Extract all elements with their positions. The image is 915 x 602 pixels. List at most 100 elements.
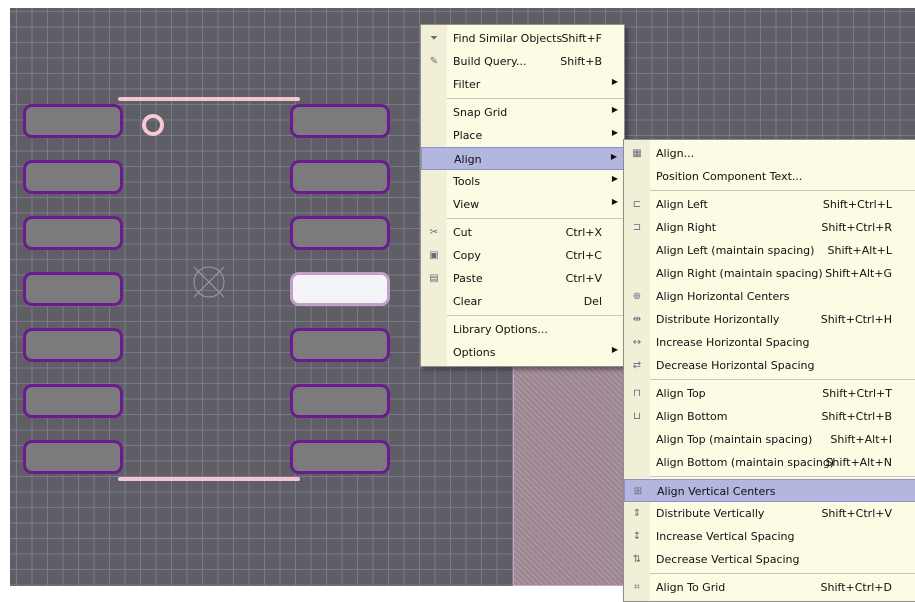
pad-left-1[interactable] xyxy=(23,104,123,138)
submenu-arrow-icon: ▶ xyxy=(611,105,618,114)
pad-left-3[interactable] xyxy=(23,216,123,250)
align_menu-item-align-left[interactable]: ⊏ Align Left Shift+Ctrl+L xyxy=(624,193,915,216)
context_menu-item-shortcut: Del xyxy=(583,295,602,308)
pad-left-4[interactable] xyxy=(23,272,123,306)
align_menu-item-position-component-text[interactable]: Position Component Text... xyxy=(624,165,915,188)
pad-left-5[interactable] xyxy=(23,328,123,362)
align_menu-item-align-vertical-centers[interactable]: ⊞ Align Vertical Centers xyxy=(624,479,915,502)
context_menu-item-tools[interactable]: Tools ▶ xyxy=(421,170,624,193)
silkscreen-top-line xyxy=(118,97,300,101)
pad-right-7[interactable] xyxy=(290,440,390,474)
align_menu-item-align-right-maintain-spacing[interactable]: Align Right (maintain spacing) Shift+Alt+… xyxy=(624,262,915,285)
context_menu-item-options[interactable]: Options ▶ xyxy=(421,341,624,364)
pad-right-3[interactable] xyxy=(290,216,390,250)
context_menu-item-label: Align xyxy=(454,153,482,166)
pad-right-1[interactable] xyxy=(290,104,390,138)
context_menu-item-label: Tools xyxy=(453,175,481,188)
scissors-icon: ✂ xyxy=(429,227,439,238)
pad-right-5[interactable] xyxy=(290,328,390,362)
align-dialog-icon: ▦ xyxy=(632,148,642,159)
context_menu-item-snap-grid[interactable]: Snap Grid ▶ xyxy=(421,101,624,124)
context_menu-separator xyxy=(447,98,624,99)
align_menu-item-label: Align To Grid xyxy=(656,581,726,594)
align_menu-item-label: Distribute Vertically xyxy=(656,507,765,520)
pad-right-6[interactable] xyxy=(290,384,390,418)
context_menu-item-paste[interactable]: ▤ Paste Ctrl+V xyxy=(421,267,624,290)
context_menu-item-copy[interactable]: ▣ Copy Ctrl+C xyxy=(421,244,624,267)
origin-marker-icon xyxy=(193,266,225,298)
context_menu-item-find-similar-objects[interactable]: ⏷ Find Similar Objects Shift+F xyxy=(421,27,624,50)
align_menu-separator xyxy=(650,573,915,574)
align-submenu: ▦ Align... Position Component Text... ⊏ Alig… xyxy=(623,139,915,602)
pad-left-6[interactable] xyxy=(23,384,123,418)
align_menu-item-shortcut: Shift+Alt+L xyxy=(827,244,892,257)
align_menu-item-label: Align Horizontal Centers xyxy=(656,290,790,303)
align_menu-item-label: Align Top (maintain spacing) xyxy=(656,433,813,446)
align_menu-item-label: Increase Horizontal Spacing xyxy=(656,336,810,349)
align_menu-item-align-bottom[interactable]: ⊔ Align Bottom Shift+Ctrl+B xyxy=(624,405,915,428)
context_menu-item-label: Cut xyxy=(453,226,472,239)
align_menu-item-decrease-vertical-spacing[interactable]: ⇅ Decrease Vertical Spacing xyxy=(624,548,915,571)
align_menu-item-label: Position Component Text... xyxy=(656,170,803,183)
align_menu-item-align-left-maintain-spacing[interactable]: Align Left (maintain spacing) Shift+Alt+L xyxy=(624,239,915,262)
align_menu-item-align-top[interactable]: ⊓ Align Top Shift+Ctrl+T xyxy=(624,382,915,405)
pad-right-4-selected[interactable] xyxy=(290,272,390,306)
align_menu-item-align-horizontal-centers[interactable]: ⊕ Align Horizontal Centers xyxy=(624,285,915,308)
silkscreen-bottom-line xyxy=(118,477,300,481)
decrease-horizontal-spacing-icon: ⇄ xyxy=(632,360,642,371)
context_menu-item-label: Snap Grid xyxy=(453,106,508,119)
align_menu-item-align[interactable]: ▦ Align... xyxy=(624,142,915,165)
align_menu-item-label: Decrease Horizontal Spacing xyxy=(656,359,815,372)
increase-vertical-spacing-icon: ↕ xyxy=(632,531,642,542)
context_menu-item-label: Build Query... xyxy=(453,55,527,68)
context_menu-item-label: Copy xyxy=(453,249,481,262)
align-horizontal-centers-icon: ⊕ xyxy=(632,291,642,302)
align_menu-separator xyxy=(650,476,915,477)
submenu-arrow-icon: ▶ xyxy=(611,174,618,183)
distribute-horizontally-icon: ⇹ xyxy=(632,314,642,325)
align_menu-item-decrease-horizontal-spacing[interactable]: ⇄ Decrease Horizontal Spacing xyxy=(624,354,915,377)
context_menu-item-filter[interactable]: Filter ▶ xyxy=(421,73,624,96)
pad-right-2[interactable] xyxy=(290,160,390,194)
context_menu-item-shortcut: Ctrl+V xyxy=(565,272,602,285)
pad-left-7[interactable] xyxy=(23,440,123,474)
context_menu-item-label: Clear xyxy=(453,295,482,308)
context_menu-item-label: Filter xyxy=(453,78,481,91)
align_menu-item-increase-horizontal-spacing[interactable]: ↔ Increase Horizontal Spacing xyxy=(624,331,915,354)
context_menu-item-view[interactable]: View ▶ xyxy=(421,193,624,216)
align_menu-item-align-top-maintain-spacing[interactable]: Align Top (maintain spacing) Shift+Alt+I xyxy=(624,428,915,451)
align-vertical-centers-icon: ⊞ xyxy=(633,486,643,497)
align_menu-item-shortcut: Shift+Ctrl+H xyxy=(820,313,892,326)
distribute-vertically-icon: ⇕ xyxy=(632,508,642,519)
decrease-vertical-spacing-icon: ⇅ xyxy=(632,554,642,565)
context_menu-item-build-query[interactable]: ✎ Build Query... Shift+B xyxy=(421,50,624,73)
align_menu-item-increase-vertical-spacing[interactable]: ↕ Increase Vertical Spacing xyxy=(624,525,915,548)
align_menu-item-align-right[interactable]: ⊐ Align Right Shift+Ctrl+R xyxy=(624,216,915,239)
align_menu-item-label: Decrease Vertical Spacing xyxy=(656,553,800,566)
align_menu-item-shortcut: Shift+Ctrl+V xyxy=(821,507,892,520)
context_menu-item-align[interactable]: Align ▶ xyxy=(421,147,624,170)
hatched-region xyxy=(513,348,625,586)
align_menu-item-distribute-horizontally[interactable]: ⇹ Distribute Horizontally Shift+Ctrl+H xyxy=(624,308,915,331)
context_menu-item-cut[interactable]: ✂ Cut Ctrl+X xyxy=(421,221,624,244)
align_menu-item-shortcut: Shift+Alt+N xyxy=(825,456,892,469)
context_menu-item-shortcut: Shift+B xyxy=(560,55,602,68)
context_menu-separator xyxy=(447,315,624,316)
align_menu-item-label: Align Vertical Centers xyxy=(657,485,776,498)
align_menu-item-label: Align Left (maintain spacing) xyxy=(656,244,815,257)
context_menu-item-place[interactable]: Place ▶ xyxy=(421,124,624,147)
increase-horizontal-spacing-icon: ↔ xyxy=(632,337,642,348)
pad-left-2[interactable] xyxy=(23,160,123,194)
context_menu-item-library-options[interactable]: Library Options... xyxy=(421,318,624,341)
context-menu: ⏷ Find Similar Objects Shift+F ✎ Build Query… xyxy=(420,24,625,367)
context_menu-separator xyxy=(447,218,624,219)
submenu-arrow-icon: ▶ xyxy=(611,345,618,354)
context_menu-item-label: Place xyxy=(453,129,483,142)
align_menu-separator xyxy=(650,379,915,380)
paste-icon: ▤ xyxy=(429,273,439,284)
align_menu-item-align-to-grid[interactable]: ⌗ Align To Grid Shift+Ctrl+D xyxy=(624,576,915,599)
align_menu-item-align-bottom-maintain-spacing[interactable]: Align Bottom (maintain spacing) Shift+Alt… xyxy=(624,451,915,474)
align_menu-item-label: Distribute Horizontally xyxy=(656,313,780,326)
context_menu-item-clear[interactable]: Clear Del xyxy=(421,290,624,313)
align_menu-item-distribute-vertically[interactable]: ⇕ Distribute Vertically Shift+Ctrl+V xyxy=(624,502,915,525)
